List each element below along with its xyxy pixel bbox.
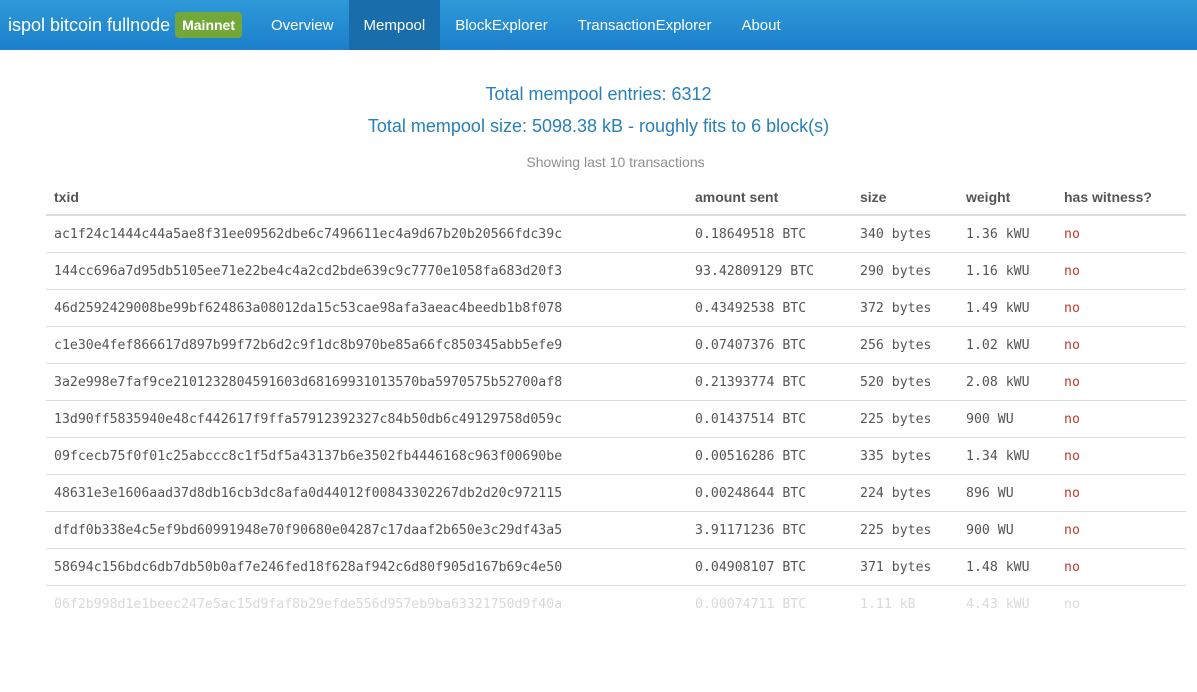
table-row[interactable]: 13d90ff5835940e48cf442617f9ffa5791239232… [46,400,1186,438]
network-badge: Mainnet [175,12,242,38]
table-row[interactable]: 58694c156bdc6db7db50b0af7e246fed18f628af… [46,548,1186,586]
mempool-summary: Total mempool entries: 6312 Total mempoo… [0,78,1197,142]
amount-cell: 0.18649518 BTC [687,215,852,253]
table-row[interactable]: 144cc696a7d95db5105ee71e22be4c4a2cd2bde6… [46,252,1186,290]
weight-cell: 1.49 kWU [958,289,1056,327]
nav-overview[interactable]: Overview [256,0,349,50]
amount-cell: 0.07407376 BTC [687,326,852,364]
txid-cell[interactable]: 58694c156bdc6db7db50b0af7e246fed18f628af… [46,548,687,586]
table-caption: Showing last 10 transactions [526,154,705,170]
nav-transactionexplorer[interactable]: TransactionExplorer [563,0,727,50]
txid-cell[interactable]: 13d90ff5835940e48cf442617f9ffa5791239232… [46,400,687,438]
weight-cell: 1.36 kWU [958,215,1056,253]
witness-cell: no [1056,437,1186,475]
brand[interactable]: ispol bitcoin fullnode Mainnet [0,0,256,50]
table-row[interactable]: c1e30e4fef866617d897b99f72b6d2c9f1dc8b97… [46,326,1186,364]
amount-cell: 0.00248644 BTC [687,474,852,512]
weight-cell: 896 WU [958,474,1056,512]
size-cell: 256 bytes [852,326,958,364]
txid-cell[interactable]: 48631e3e1606aad37d8db16cb3dc8afa0d44012f… [46,474,687,512]
table-row[interactable]: 3a2e998e7faf9ce2101232804591603d68169931… [46,363,1186,401]
weight-cell: 900 WU [958,511,1056,549]
weight-cell: 4.43 kWU [966,596,1030,612]
table-row[interactable]: 48631e3e1606aad37d8db16cb3dc8afa0d44012f… [46,474,1186,512]
size-cell: 520 bytes [852,363,958,401]
weight-cell: 1.02 kWU [958,326,1056,364]
weight-cell: 2.08 kWU [958,363,1056,401]
top-navbar: ispol bitcoin fullnode Mainnet Overview … [0,0,1197,50]
witness-cell: no [1056,548,1186,586]
app-title[interactable]: ispol bitcoin fullnode [8,15,170,36]
witness-cell: no [1056,363,1186,401]
table-row[interactable]: 09fcecb75f0f01c25abccc8c1f5df5a43137b6e3… [46,437,1186,475]
txid-cell[interactable]: ac1f24c1444c44a5ae8f31ee09562dbe6c749661… [46,215,687,253]
size-cell: 290 bytes [852,252,958,290]
table-row[interactable]: dfdf0b338e4c5ef9bd60991948e70f90680e0428… [46,511,1186,549]
size-cell: 224 bytes [852,474,958,512]
witness-cell: no [1056,289,1186,327]
size-cell: 1.11 kB [860,596,916,612]
witness-cell: no [1064,596,1080,612]
txid-cell[interactable]: 06f2b998d1e1beec247e5ac15d9faf8b29efde55… [46,586,687,623]
nav-about[interactable]: About [726,0,795,50]
txid-cell[interactable]: 46d2592429008be99bf624863a08012da15c53ca… [46,289,687,327]
size-cell: 225 bytes [852,511,958,549]
mempool-entries-heading: Total mempool entries: 6312 [485,84,712,104]
weight-cell: 900 WU [958,400,1056,438]
amount-cell: 0.01437514 BTC [687,400,852,438]
witness-cell: no [1056,511,1186,549]
witness-cell: no [1056,474,1186,512]
witness-cell: no [1056,252,1186,290]
size-cell: 372 bytes [852,289,958,327]
txid-cell[interactable]: dfdf0b338e4c5ef9bd60991948e70f90680e0428… [46,511,687,549]
txid-cell[interactable]: c1e30e4fef866617d897b99f72b6d2c9f1dc8b97… [46,326,687,364]
amount-cell: 93.42809129 BTC [687,252,852,290]
table-header-row: txid amount sent size weight has witness… [46,180,1186,216]
table-row[interactable]: ac1f24c1444c44a5ae8f31ee09562dbe6c749661… [46,215,1186,253]
txid-cell[interactable]: 09fcecb75f0f01c25abccc8c1f5df5a43137b6e3… [46,437,687,475]
weight-cell: 1.34 kWU [958,437,1056,475]
table-row-faded[interactable]: 06f2b998d1e1beec247e5ac15d9faf8b29efde55… [46,586,1186,623]
amount-cell: 0.00516286 BTC [687,437,852,475]
nav-blockexplorer[interactable]: BlockExplorer [440,0,563,50]
amount-cell: 0.00074711 BTC [695,596,807,612]
witness-cell: no [1056,215,1186,253]
amount-cell: 0.43492538 BTC [687,289,852,327]
amount-cell: 0.21393774 BTC [687,363,852,401]
txid-cell[interactable]: 3a2e998e7faf9ce2101232804591603d68169931… [46,363,687,401]
nav-mempool[interactable]: Mempool [348,0,441,50]
size-cell: 340 bytes [852,215,958,253]
amount-cell: 3.91171236 BTC [687,511,852,549]
size-cell: 225 bytes [852,400,958,438]
weight-cell: 1.16 kWU [958,252,1056,290]
txid-cell[interactable]: 144cc696a7d95db5105ee71e22be4c4a2cd2bde6… [46,252,687,290]
size-cell: 335 bytes [852,437,958,475]
witness-cell: no [1056,326,1186,364]
header-size: size [852,180,958,216]
size-cell: 371 bytes [852,548,958,586]
amount-cell: 0.04908107 BTC [687,548,852,586]
header-weight: weight [958,180,1056,216]
header-amount-sent: amount sent [687,180,852,216]
witness-cell: no [1056,400,1186,438]
transactions-table: txid amount sent size weight has witness… [46,180,1186,622]
header-txid: txid [46,180,687,216]
table-row[interactable]: 46d2592429008be99bf624863a08012da15c53ca… [46,289,1186,327]
header-has-witness: has witness? [1056,180,1186,216]
weight-cell: 1.48 kWU [958,548,1056,586]
mempool-size-heading: Total mempool size: 5098.38 kB - roughly… [367,116,830,136]
